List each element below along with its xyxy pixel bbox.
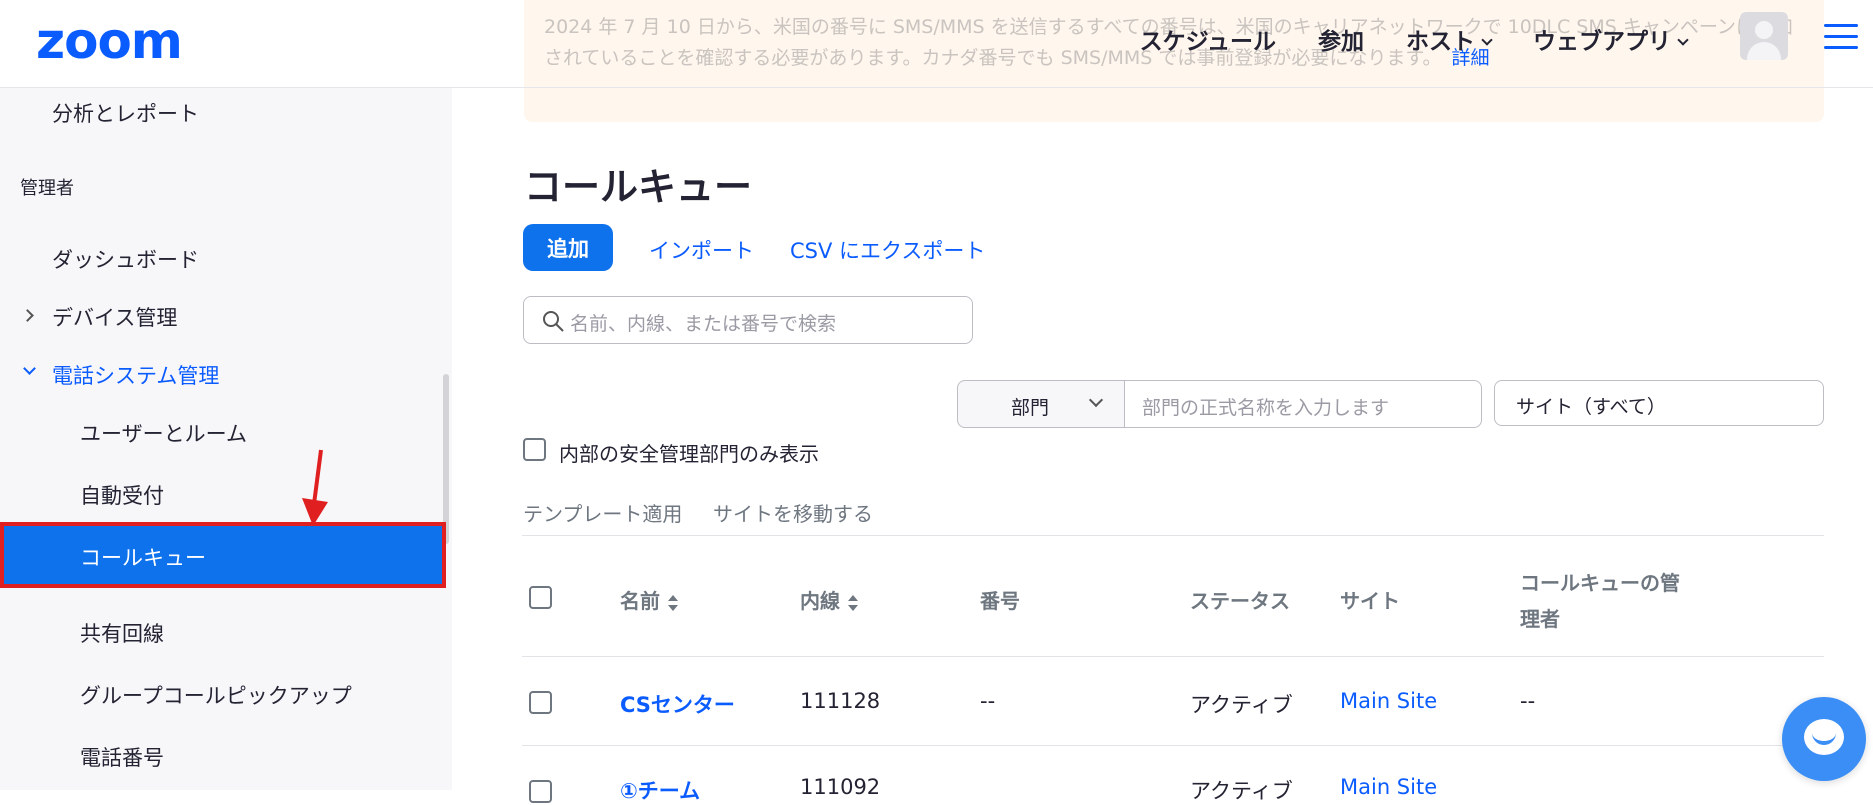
avatar[interactable]	[1740, 12, 1788, 60]
column-header-status: ステータス	[1190, 589, 1290, 613]
page-title: コールキュー	[524, 165, 753, 209]
internal-security-checkbox[interactable]	[523, 438, 546, 461]
sidebar-item-dashboard[interactable]: ダッシュボード	[52, 244, 199, 274]
site-select[interactable]: サイト（すべて）	[1494, 380, 1824, 426]
sidebar-item-group-call-pickup[interactable]: グループコールピックアップ	[80, 680, 352, 710]
row-extension: 111092	[800, 775, 881, 799]
column-header-number: 番号	[980, 589, 1020, 613]
sidebar-item-call-queue[interactable]: コールキュー	[0, 522, 446, 588]
sidebar-item-device-management[interactable]: デバイス管理	[52, 302, 177, 332]
top-nav: スケジュール 参加 ホスト ウェブアプリ	[1119, 24, 1708, 60]
nav-join[interactable]: 参加	[1297, 24, 1385, 60]
annotation-arrow-icon	[302, 449, 328, 526]
row-status: アクティブ	[1190, 693, 1293, 717]
row-manager: --	[1520, 689, 1536, 713]
add-button[interactable]: 追加	[523, 224, 613, 271]
sidebar-item-reports[interactable]: 分析とレポート	[52, 98, 199, 128]
search-icon	[543, 311, 564, 332]
search-input[interactable]: 名前、内線、または番号で検索	[523, 296, 973, 344]
zoom-logo[interactable]: zoom	[36, 16, 183, 66]
internal-security-label: 内部の安全管理部門のみ表示	[559, 442, 819, 466]
nav-web-app[interactable]: ウェブアプリ	[1512, 24, 1708, 60]
chevron-right-icon	[21, 309, 34, 322]
column-header-extension[interactable]: 内線	[800, 585, 858, 614]
row-site-link[interactable]: Main Site	[1340, 689, 1437, 713]
chevron-down-icon	[1481, 34, 1493, 46]
nav-host[interactable]: ホスト	[1385, 24, 1512, 60]
import-link[interactable]: インポート	[649, 235, 754, 265]
chat-support-button[interactable]	[1782, 697, 1866, 781]
sidebar: 分析とレポート 管理者 ダッシュボード デバイス管理 電話システム管理 ユーザー…	[0, 88, 452, 790]
column-header-site: サイト	[1340, 589, 1400, 613]
site-select-value: サイト（すべて）	[1516, 396, 1666, 418]
sidebar-item-label: コールキュー	[80, 546, 206, 570]
sidebar-item-users-rooms[interactable]: ユーザーとルーム	[80, 418, 247, 448]
move-site-action[interactable]: サイトを移動する	[713, 498, 873, 527]
sidebar-item-phone-numbers[interactable]: 電話番号	[80, 742, 164, 772]
department-name-input[interactable]: 部門の正式名称を入力します	[1124, 380, 1482, 428]
divider	[522, 656, 1824, 657]
column-header-manager-line2: 理者	[1520, 607, 1560, 631]
department-select[interactable]: 部門	[957, 380, 1125, 428]
sidebar-scrollbar[interactable]	[443, 374, 449, 544]
nav-schedule[interactable]: スケジュール	[1119, 24, 1297, 60]
search-placeholder: 名前、内線、または番号で検索	[570, 313, 837, 335]
top-header: zoom スケジュール 参加 ホスト ウェブアプリ	[0, 0, 1873, 88]
chevron-down-icon	[1677, 34, 1689, 46]
row-status: アクティブ	[1190, 779, 1293, 803]
row-site-link[interactable]: Main Site	[1340, 775, 1437, 799]
sort-icon	[668, 594, 678, 612]
chevron-down-icon	[23, 362, 36, 375]
sidebar-section-admin: 管理者	[20, 178, 74, 199]
hamburger-menu-icon[interactable]	[1824, 24, 1858, 50]
row-name-link[interactable]: ①チーム	[620, 775, 700, 805]
row-checkbox[interactable]	[529, 780, 552, 803]
divider	[522, 745, 1824, 746]
department-name-placeholder: 部門の正式名称を入力します	[1142, 397, 1390, 419]
chevron-down-icon	[1088, 392, 1104, 408]
column-header-manager: コールキューの管	[1520, 571, 1680, 595]
select-all-checkbox[interactable]	[529, 586, 552, 609]
sidebar-item-phone-system[interactable]: 電話システム管理	[52, 360, 219, 390]
sidebar-item-auto-receptionist[interactable]: 自動受付	[80, 480, 164, 510]
row-name-link[interactable]: CSセンター	[620, 689, 735, 719]
sidebar-item-shared-lines[interactable]: 共有回線	[80, 618, 164, 648]
apply-template-action[interactable]: テンプレート適用	[523, 498, 682, 527]
column-header-name[interactable]: 名前	[620, 585, 678, 614]
row-extension: 111128	[800, 689, 881, 713]
sort-icon	[848, 594, 858, 612]
export-csv-link[interactable]: CSV にエクスポート	[790, 235, 985, 265]
department-select-value: 部門	[1011, 397, 1050, 419]
row-checkbox[interactable]	[529, 691, 552, 714]
divider	[522, 535, 1824, 536]
row-number: --	[980, 689, 996, 713]
